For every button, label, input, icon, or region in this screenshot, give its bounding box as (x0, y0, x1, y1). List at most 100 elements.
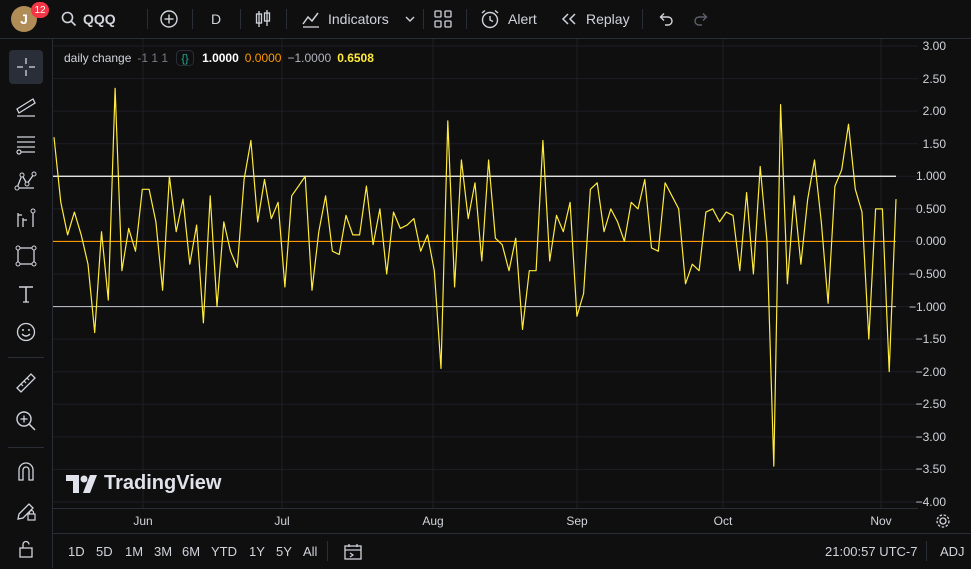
source-code-icon[interactable]: {} (176, 50, 195, 66)
rewind-icon (561, 13, 576, 25)
interval-button[interactable]: D (211, 0, 221, 38)
range-button-ytd[interactable]: YTD (211, 534, 237, 569)
ruler-icon (16, 373, 36, 393)
crosshair-tool[interactable] (9, 50, 43, 84)
candlestick-icon (255, 10, 271, 27)
series-layer (53, 87, 897, 467)
pencil-lock-icon (17, 503, 36, 521)
time-scale[interactable]: Jun Jul Aug Sep Oct Nov (53, 508, 950, 533)
replay-label: Replay (586, 11, 630, 27)
y-axis-tick-label: −3.50 (915, 462, 946, 477)
x-axis-tick-label: Jun (133, 514, 153, 528)
indicator-legend[interactable]: daily change -1 1 1 {} 1.0000 0.0000 −1.… (64, 48, 374, 68)
zoom-in-icon (16, 411, 36, 431)
range-button-all[interactable]: All (303, 534, 317, 569)
geometric-shapes-tool[interactable] (9, 239, 43, 273)
y-axis-tick-label: −0.500 (908, 267, 946, 281)
horizontal-lines-icon (16, 136, 35, 155)
legend-value-1: 1.0000 (202, 51, 239, 65)
search-icon (61, 11, 77, 27)
x-axis-tick-label: Aug (422, 514, 444, 528)
interval-label: D (211, 11, 222, 27)
smiley-icon (16, 322, 36, 342)
y-axis-tick-label: 0.000 (915, 234, 946, 249)
indicator-name: daily change (64, 51, 132, 65)
compare-symbol-button[interactable] (159, 0, 179, 38)
lock-drawings-tool[interactable] (9, 494, 43, 528)
drawing-toolbar (0, 39, 53, 568)
plus-circle-icon (160, 10, 178, 28)
reference-lines (53, 175, 896, 308)
redo-button[interactable] (693, 0, 711, 38)
notification-badge: 12 (31, 2, 49, 18)
crosshair-icon (17, 58, 35, 76)
range-button-5d[interactable]: 5D (96, 534, 113, 569)
pattern-tool[interactable] (9, 164, 43, 198)
lock-all-tool[interactable] (9, 532, 43, 566)
forecast-icon (17, 208, 36, 227)
magnet-icon (18, 462, 34, 481)
clock-timezone[interactable]: 21:00:57 UTC-7 (825, 534, 918, 569)
fib-retracement-tool[interactable] (9, 127, 43, 161)
y-axis-tick-label: 2.50 (922, 71, 946, 86)
x-axis-tick-label: Nov (870, 514, 892, 528)
replay-button[interactable]: Replay (560, 0, 630, 38)
rectangle-icon (15, 245, 37, 267)
range-button-1y[interactable]: 1Y (249, 534, 265, 569)
x-axis-tick-label: Sep (566, 514, 588, 528)
top-toolbar: J 12 QQQ D Indicators Alert Replay (0, 0, 971, 39)
price-scale[interactable]: 3.00 2.50 2.00 1.50 1.000 0.500 0.000 −0.500 −1.… (909, 39, 971, 509)
layouts-button[interactable] (433, 0, 453, 38)
undo-button[interactable] (656, 0, 674, 38)
symbol-label: QQQ (83, 11, 116, 27)
indicators-button[interactable]: Indicators (301, 0, 389, 38)
clock-time: 21:00:57 UTC-7 (825, 544, 918, 559)
magnet-tool[interactable] (9, 455, 43, 489)
adjust-data-toggle[interactable]: ADJ (940, 534, 965, 569)
chevron-down-icon (405, 16, 415, 22)
range-button-6m[interactable]: 6M (182, 534, 200, 569)
y-axis-tick-label: −4.00 (915, 495, 946, 509)
legend-value-3: −1.0000 (287, 51, 332, 65)
y-axis-tick-label: −1.50 (915, 332, 946, 347)
chart-type-button[interactable] (254, 0, 272, 38)
series-line-daily-change[interactable] (53, 87, 897, 467)
alert-button[interactable]: Alert (479, 0, 537, 38)
icons-tool[interactable] (9, 315, 43, 349)
go-to-date-button[interactable] (343, 534, 363, 569)
range-button-1m[interactable]: 1M (125, 534, 143, 569)
redo-icon (694, 13, 708, 26)
grid-icon (434, 10, 452, 28)
chart-pane[interactable] (53, 39, 918, 508)
trend-line-tool[interactable] (9, 89, 43, 123)
y-axis-tick-label: −2.50 (915, 397, 946, 412)
x-axis-tick-label: Jul (274, 514, 290, 528)
text-icon (19, 286, 33, 303)
x-axis-tick-label: Oct (713, 514, 733, 528)
indicators-dropdown-button[interactable] (404, 0, 416, 38)
settings-button[interactable] (935, 513, 951, 534)
text-tool[interactable] (9, 277, 43, 311)
unlock-icon (19, 540, 33, 558)
y-axis-tick-label: 2.00 (922, 104, 946, 119)
indicator-params: -1 1 1 (137, 51, 169, 65)
legend-value-2: 0.0000 (244, 51, 282, 65)
indicators-icon (302, 12, 319, 28)
measure-tool[interactable] (9, 366, 43, 400)
symbol-search-button[interactable]: QQQ (60, 0, 116, 38)
avatar-letter: J (20, 11, 28, 27)
undo-icon (659, 13, 673, 26)
tradingview-watermark: TradingView (66, 472, 221, 495)
zoom-in-tool[interactable] (9, 404, 43, 438)
bottom-toolbar: 21:00:57 UTC-7 ADJ 1D 5D 1M 3M 6M YTD 1Y 5Y All (53, 533, 971, 569)
range-button-3m[interactable]: 3M (154, 534, 172, 569)
svg-text:{}: {} (181, 53, 189, 65)
alarm-clock-icon (481, 9, 499, 29)
alert-label: Alert (508, 11, 537, 27)
y-axis-tick-label: 1.000 (915, 169, 946, 184)
forecasting-tool[interactable] (9, 201, 43, 235)
range-button-1d[interactable]: 1D (68, 534, 85, 569)
watermark-text: TradingView (104, 472, 222, 494)
legend-value-4: 0.6508 (337, 51, 374, 65)
range-button-5y[interactable]: 5Y (276, 534, 292, 569)
